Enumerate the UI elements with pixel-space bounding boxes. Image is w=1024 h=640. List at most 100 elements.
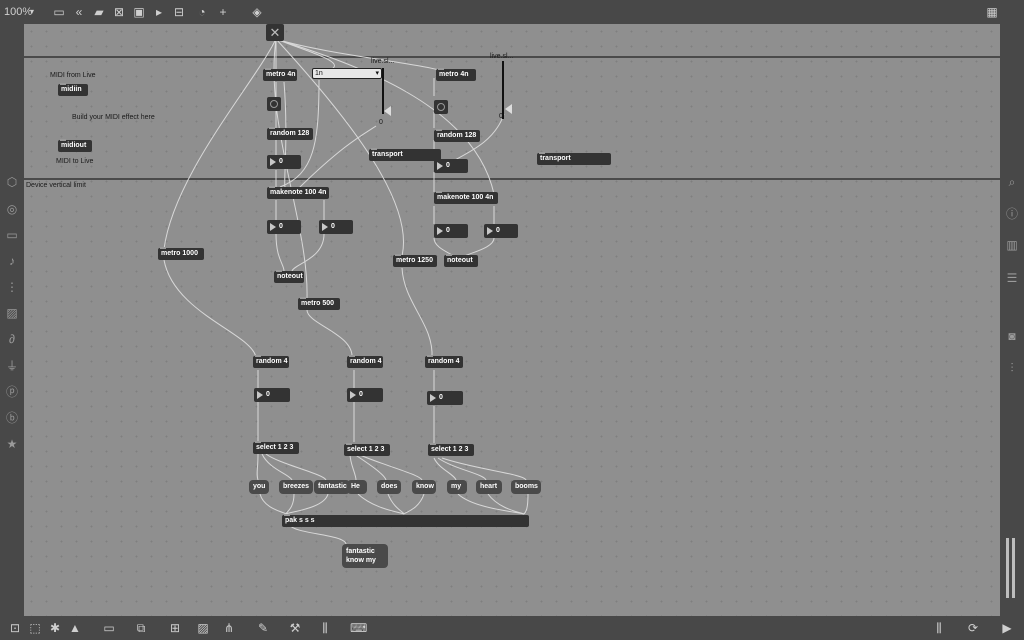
rewind-icon[interactable]: « <box>72 5 86 19</box>
comment-device-limit: Device vertical limit <box>26 182 86 189</box>
message-box[interactable]: booms <box>511 480 541 494</box>
number-box[interactable]: 0 <box>254 388 290 402</box>
plug-icon[interactable]: ⏚ <box>4 358 20 374</box>
hierarchy-icon[interactable]: ⋔ <box>222 621 236 635</box>
patcher-icon[interactable]: ⊞ <box>168 621 182 635</box>
message-box[interactable]: heart <box>476 480 502 494</box>
windows-icon[interactable]: ⧉ <box>134 621 148 635</box>
zoom-level[interactable]: 100% <box>4 4 32 20</box>
paint-bucket-icon[interactable]: ◈ <box>250 5 264 19</box>
slider-pointer-icon <box>505 104 512 114</box>
metro-object[interactable]: metro 1000 <box>158 247 204 260</box>
keyboard-icon[interactable]: ⌨ <box>350 621 367 635</box>
message-icon[interactable]: ▸ <box>152 5 166 19</box>
bang-button[interactable] <box>267 97 281 111</box>
comment-live-slider: live.sl... <box>490 53 514 60</box>
metro-object[interactable]: metro 4n <box>263 68 297 81</box>
b-icon[interactable]: ⓑ <box>4 410 20 426</box>
star-icon[interactable]: ★ <box>4 436 20 452</box>
dial-icon[interactable]: ◔ <box>195 5 209 19</box>
number-box[interactable]: 0 <box>319 220 353 234</box>
number-box[interactable]: 0 <box>267 155 301 169</box>
bang-button[interactable] <box>434 100 448 114</box>
zoom-dropdown-icon[interactable]: ▾ <box>30 4 34 20</box>
message-box[interactable]: my <box>447 480 467 494</box>
image-icon[interactable]: ▨ <box>196 621 210 635</box>
bottom-toolbar: ⊡ ⬚ ✱ ▲ ▭ ⧉ ⊞ ▨ ⋔ ✎ ⚒ ⫼ ⌨ ⫼ ⟳ ▶ <box>0 616 1024 640</box>
select-object[interactable]: select 1 2 3 <box>344 443 390 456</box>
result-message-box[interactable]: fantastic know my <box>342 544 388 568</box>
noteout-object[interactable]: noteout <box>274 270 304 283</box>
cube-icon[interactable]: ⬡ <box>4 174 20 190</box>
makenote-object[interactable]: makenote 100 4n <box>434 191 498 204</box>
metro-object[interactable]: metro 1250 <box>393 254 437 267</box>
chevron-down-icon: ▾ <box>375 70 379 77</box>
debug-icon[interactable]: ✎ <box>256 621 270 635</box>
message-box[interactable]: you <box>249 480 269 494</box>
paperclip-icon[interactable]: ∂ <box>4 331 20 347</box>
presentation-icon[interactable]: ▭ <box>102 621 116 635</box>
select-object[interactable]: select 1 2 3 <box>253 441 299 454</box>
number-box[interactable]: 0 <box>427 391 463 405</box>
makenote-object[interactable]: makenote 100 4n <box>267 186 329 199</box>
transport-object[interactable]: transport <box>537 152 611 165</box>
comment-icon[interactable]: ▰ <box>92 5 106 19</box>
pak-object[interactable]: pak s s s <box>282 514 529 527</box>
presentation-icon[interactable]: ▭ <box>52 5 66 19</box>
play-icon[interactable]: ▶ <box>1000 621 1014 635</box>
midiin-object[interactable]: midiin <box>58 83 88 96</box>
message-box[interactable]: breezes <box>279 480 313 494</box>
patcher-canvas[interactable]: ✕ MIDI from Live midiin Build your MIDI … <box>24 24 1000 616</box>
number-box[interactable]: 0 <box>484 224 518 238</box>
snowflake-icon[interactable]: ✱ <box>48 621 62 635</box>
lock-icon[interactable]: ⊡ <box>8 621 22 635</box>
random-object[interactable]: random 4 <box>347 355 383 368</box>
piano-icon[interactable]: ⫼ <box>318 621 332 635</box>
grid-icon[interactable]: ▦ <box>985 5 999 19</box>
toggle-icon[interactable]: ⊟ <box>172 5 186 19</box>
info-icon[interactable]: ⓘ <box>1004 206 1020 222</box>
live-slider[interactable] <box>502 61 504 119</box>
search-icon[interactable]: ⌕ <box>1004 174 1020 190</box>
bpatcher-icon[interactable]: ⊠ <box>112 5 126 19</box>
number-box[interactable]: 0 <box>434 159 468 173</box>
noteout-object[interactable]: noteout <box>444 254 478 267</box>
message-box[interactable]: does <box>377 480 401 494</box>
mixer-icon[interactable]: ⫶ <box>1004 360 1020 376</box>
message-box[interactable]: He <box>347 480 367 494</box>
music-note-icon[interactable]: ♪ <box>4 253 20 269</box>
select-icon[interactable]: ⬚ <box>28 621 42 635</box>
random-object[interactable]: random 4 <box>425 355 463 368</box>
p-icon[interactable]: ⓟ <box>4 384 20 400</box>
battery-icon[interactable]: ▭ <box>4 227 20 243</box>
target-icon[interactable]: ◎ <box>4 201 20 217</box>
message-box[interactable]: fantastic <box>314 480 350 494</box>
image-icon[interactable]: ▨ <box>4 305 20 321</box>
meters-icon[interactable]: ⫼ <box>932 621 946 635</box>
level-meter <box>1006 538 1009 598</box>
sequence-icon[interactable]: ⋮ <box>4 279 20 295</box>
number-box[interactable]: 0 <box>267 220 301 234</box>
select-object[interactable]: select 1 2 3 <box>428 443 474 456</box>
warning-icon[interactable]: ▲ <box>68 621 82 635</box>
tempo-dropdown[interactable]: 1n ▾ <box>312 68 382 79</box>
random-object[interactable]: random 128 <box>267 127 313 140</box>
reload-icon[interactable]: ⟳ <box>966 621 980 635</box>
message-box[interactable]: know <box>412 480 436 494</box>
number-box[interactable]: 0 <box>434 224 468 238</box>
add-icon[interactable]: + <box>216 5 230 19</box>
stop-icon[interactable]: ▣ <box>132 5 146 19</box>
random-object[interactable]: random 128 <box>434 129 480 142</box>
wrench-icon[interactable]: ⚒ <box>288 621 302 635</box>
metro-object[interactable]: metro 4n <box>436 68 476 81</box>
number-box[interactable]: 0 <box>347 388 383 402</box>
level-meter <box>1012 538 1015 598</box>
list-icon[interactable]: ☰ <box>1004 270 1020 286</box>
book-icon[interactable]: ▥ <box>1004 237 1020 253</box>
midiout-object[interactable]: midiout <box>58 139 92 152</box>
slider-value: 0 <box>379 119 383 126</box>
random-object[interactable]: random 4 <box>253 355 289 368</box>
transport-object[interactable]: transport <box>369 148 441 161</box>
camera-icon[interactable]: ◙ <box>1004 328 1020 344</box>
metro-object[interactable]: metro 500 <box>298 297 340 310</box>
